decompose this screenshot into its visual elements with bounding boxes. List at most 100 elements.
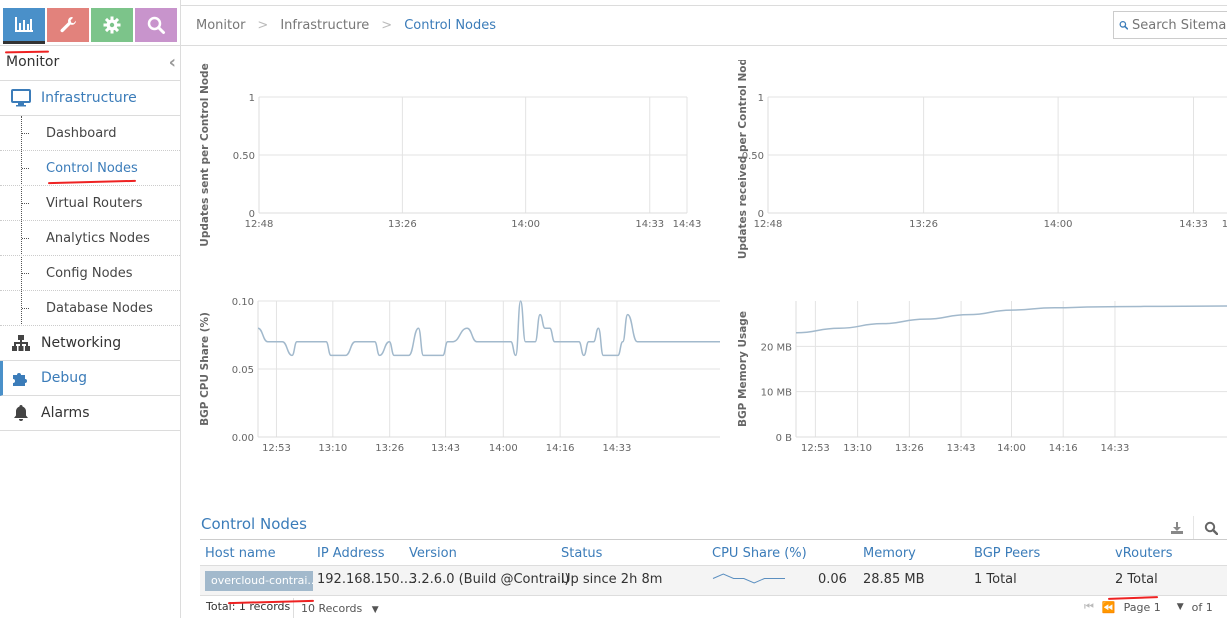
column-header-memory[interactable]: Memory: [863, 546, 916, 561]
x-tick-label: 14:43: [1222, 219, 1227, 230]
x-tick-label: 14:00: [489, 443, 518, 454]
x-tick-label: 13:26: [909, 219, 938, 230]
x-tick-label: 14:33: [635, 219, 664, 230]
x-tick-label: 13:10: [318, 443, 347, 454]
y-tick-label: 0 B: [776, 433, 793, 444]
host-name-link[interactable]: overcloud-contrai...: [205, 571, 313, 591]
tab-configure[interactable]: [47, 8, 89, 42]
column-header-status[interactable]: Status: [561, 546, 602, 561]
sidebar-item-label: Alarms: [41, 405, 90, 421]
y-tick-label: 0.50: [233, 151, 255, 162]
infrastructure-submenu: Dashboard Control Nodes Virtual Routers …: [0, 116, 180, 326]
caret-down-icon: ▼: [371, 605, 379, 615]
chevron-left-icon[interactable]: ‹: [169, 52, 176, 73]
caret-down-icon[interactable]: ▼: [1177, 602, 1184, 612]
x-tick-label: 13:43: [947, 443, 976, 454]
grid-search-button[interactable]: [1194, 516, 1227, 540]
column-header-host-name[interactable]: Host name: [205, 546, 276, 561]
sidebar-item-database-nodes[interactable]: Database Nodes: [0, 291, 180, 326]
series-line: [257, 300, 720, 357]
sidebar-item-analytics-nodes[interactable]: Analytics Nodes: [0, 221, 180, 256]
column-header-vrouters[interactable]: vRouters: [1115, 546, 1173, 561]
column-header-bgp-peers[interactable]: BGP Peers: [974, 546, 1040, 561]
breadcrumb-item[interactable]: Infrastructure: [280, 18, 369, 33]
x-tick-label: 14:33: [603, 443, 632, 454]
y-axis-label: BGP Memory Usage: [737, 311, 749, 427]
y-axis-label: Updates sent per Control Node: [199, 63, 211, 246]
sidebar-item-virtual-routers[interactable]: Virtual Routers: [0, 186, 180, 221]
breadcrumb-item-current: Control Nodes: [404, 18, 497, 33]
sitemap-search[interactable]: [1113, 11, 1227, 39]
sidebar-item-debug[interactable]: Debug: [0, 361, 180, 396]
cell-vrouters[interactable]: 2 Total: [1115, 572, 1158, 587]
x-tick-label: 12:53: [262, 443, 291, 454]
column-header-version[interactable]: Version: [409, 546, 457, 561]
breadcrumb-separator: >: [257, 18, 269, 33]
tab-monitor[interactable]: [3, 8, 45, 44]
column-header-ip-address[interactable]: IP Address: [317, 546, 385, 561]
y-tick-label: 1: [758, 93, 764, 104]
y-tick-label: 20 MB: [761, 342, 793, 353]
cell-cpu-share: 0.06: [818, 572, 847, 587]
updates-received-chart: 00.50112:4813:2614:0014:3314:43Updates r…: [737, 60, 1227, 259]
x-tick-label: 12:48: [754, 219, 783, 230]
download-icon: [1170, 522, 1183, 534]
prev-page-icon[interactable]: ⏪: [1102, 601, 1116, 614]
export-button[interactable]: [1160, 516, 1194, 540]
top-tabs: [3, 8, 177, 44]
x-tick-label: 13:26: [388, 219, 417, 230]
y-tick-label: 0.00: [232, 433, 254, 444]
page-select[interactable]: Page 1: [1124, 601, 1161, 614]
bar-chart-icon: [15, 16, 33, 32]
grid-footer: Total: 1 records 10 Records ▼ ⏮ ⏪ Page 1…: [200, 596, 1227, 618]
grid-toolbar: [1160, 516, 1227, 540]
x-tick-label: 14:16: [546, 443, 575, 454]
sidebar-header: Monitor ‹: [0, 45, 180, 81]
sidebar-item-label: Networking: [41, 335, 122, 351]
x-tick-label: 14:33: [1179, 219, 1208, 230]
x-tick-label: 14:00: [997, 443, 1026, 454]
search-icon: [1119, 21, 1128, 30]
header-bar: Monitor > Infrastructure > Control Nodes: [181, 5, 1227, 46]
gear-icon: [103, 16, 121, 34]
x-tick-label: 13:10: [843, 443, 872, 454]
sidebar: Monitor ‹ Infrastructure Dashboard Contr…: [0, 0, 181, 618]
y-tick-label: 10 MB: [761, 388, 793, 399]
sidebar-item-networking[interactable]: Networking: [0, 326, 180, 361]
tab-settings[interactable]: [91, 8, 133, 42]
sitemap-icon: [11, 334, 31, 352]
column-header-cpu-share[interactable]: CPU Share (%): [712, 546, 807, 561]
cpu-sparkline: [712, 573, 785, 584]
bgp-memory-usage-chart: 0 B 10 MB 20 MB 12:53 13:10 13:26 13:43 14:00 14…: [737, 301, 1227, 454]
search-icon: [147, 16, 165, 34]
search-input[interactable]: [1132, 17, 1227, 33]
cell-status: Up since 2h 8m: [561, 572, 663, 587]
y-axis-label: BGP CPU Share (%): [199, 312, 211, 426]
sidebar-item-infrastructure[interactable]: Infrastructure: [0, 81, 180, 116]
breadcrumb: Monitor > Infrastructure > Control Nodes: [196, 18, 496, 33]
x-tick-label: 14:00: [1044, 219, 1073, 230]
cell-ip-address: 192.168.150....: [317, 572, 417, 587]
sidebar-item-alarms[interactable]: Alarms: [0, 396, 180, 431]
x-tick-label: 13:26: [375, 443, 404, 454]
first-page-icon[interactable]: ⏮: [1084, 600, 1094, 614]
grid-title: Control Nodes: [201, 515, 307, 533]
y-tick-label: 0.10: [232, 297, 254, 308]
x-tick-label: 14:33: [1101, 443, 1130, 454]
pager: ⏮ ⏪ Page 1 ▼ of 1: [1084, 600, 1213, 614]
x-tick-label: 13:43: [431, 443, 460, 454]
sparkline-line: [712, 573, 785, 584]
puzzle-icon: [11, 369, 31, 387]
breadcrumb-item[interactable]: Monitor: [196, 18, 245, 33]
cell-bgp-peers[interactable]: 1 Total: [974, 572, 1017, 587]
wrench-icon: [60, 17, 76, 33]
tab-query[interactable]: [135, 8, 177, 42]
sidebar-item-config-nodes[interactable]: Config Nodes: [0, 256, 180, 291]
sidebar-item-label: Debug: [41, 370, 88, 386]
table-row[interactable]: overcloud-contrai... 192.168.150.... 3.2…: [200, 566, 1227, 596]
sidebar-item-dashboard[interactable]: Dashboard: [0, 116, 180, 151]
x-tick-label: 12:48: [245, 219, 274, 230]
x-tick-label: 14:16: [1049, 443, 1078, 454]
x-tick-label: 13:26: [895, 443, 924, 454]
sidebar-item-label: Infrastructure: [41, 90, 137, 106]
